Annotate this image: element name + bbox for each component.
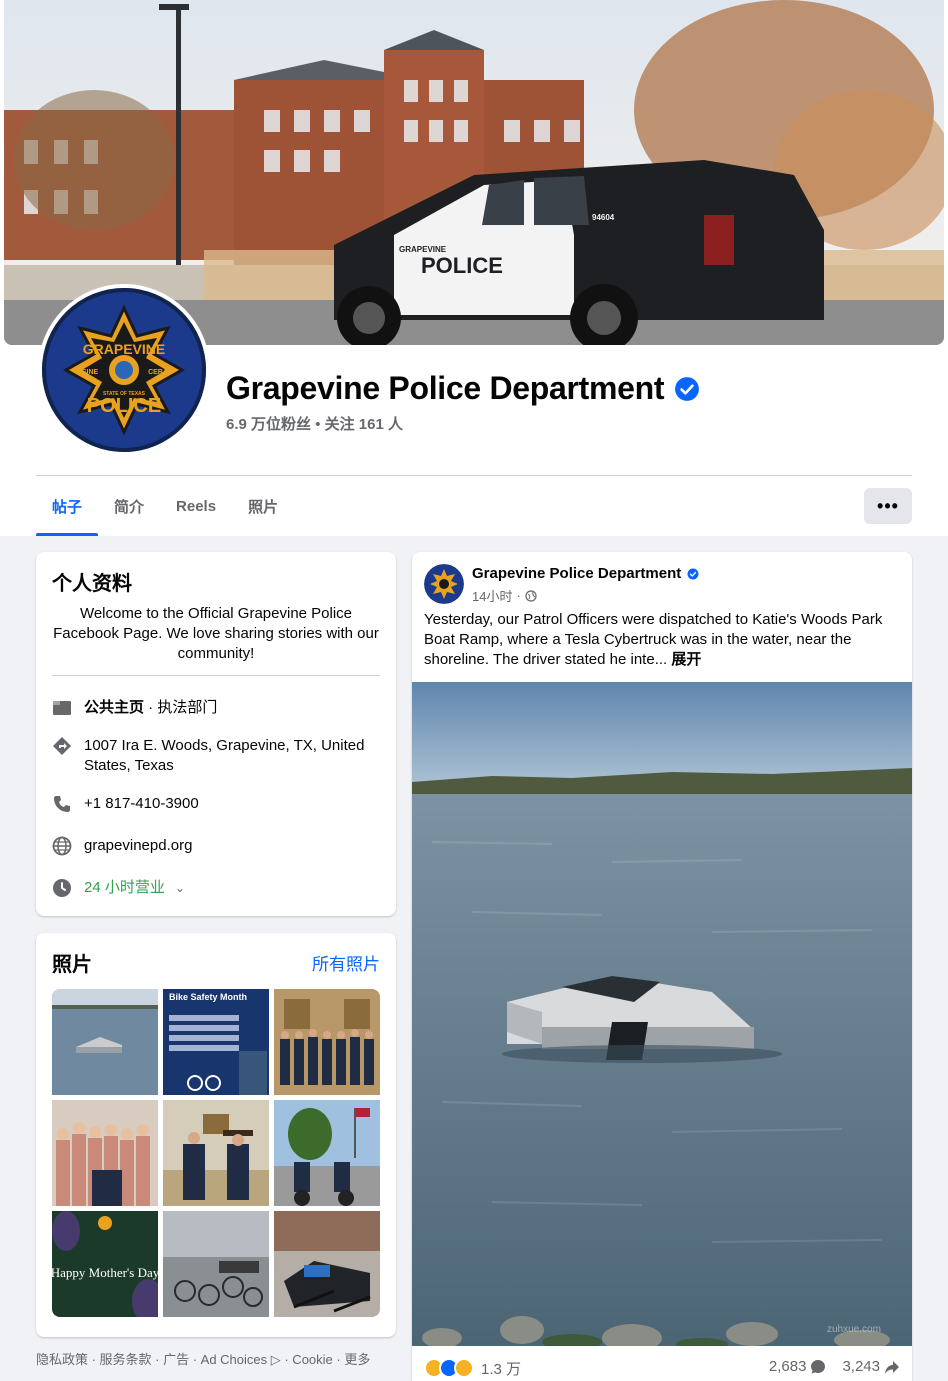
- intro-bio: Welcome to the Official Grapevine Police…: [53, 605, 379, 662]
- info-website: grapevinepd.org: [52, 836, 382, 856]
- follow-stats: 6.9 万位粉丝 • 关注 161 人: [226, 413, 403, 434]
- post-author-avatar[interactable]: [424, 564, 464, 604]
- phone-text[interactable]: +1 817-410-3900: [84, 794, 199, 814]
- photo-grid: Bike Safety Month Happy Mother's Day: [52, 989, 380, 1317]
- directions-icon: [52, 736, 72, 756]
- info-category: 公共主页 · 执法部门: [52, 698, 382, 718]
- following-link[interactable]: 关注 161 人: [325, 416, 403, 433]
- address-text: 1007 Ira E. Woods, Grapevine, TX, United…: [84, 737, 365, 774]
- comment-count[interactable]: 2,683: [769, 1358, 827, 1375]
- page-name: Grapevine Police Department: [226, 370, 665, 406]
- info-address: 1007 Ira E. Woods, Grapevine, TX, United…: [52, 736, 382, 776]
- post-card: Grapevine Police Department 14小时 · Yeste…: [412, 552, 912, 1381]
- share-icon: [885, 1360, 899, 1374]
- cover-vehicle-number: 94604: [592, 213, 615, 222]
- post-image[interactable]: zuhxue.com: [412, 682, 912, 1346]
- wow-reaction-icon: [454, 1358, 474, 1378]
- intro-title: 个人资料: [52, 573, 132, 595]
- tab-photos[interactable]: 照片: [232, 476, 294, 536]
- post-author: Grapevine Police Department: [472, 565, 699, 582]
- bike-safety-caption: Bike Safety Month: [169, 992, 247, 1002]
- category-label: 公共主页: [84, 699, 145, 716]
- photo-bikes-storage[interactable]: [163, 1211, 269, 1317]
- tab-reels[interactable]: Reels: [160, 476, 232, 536]
- photo-officers-group[interactable]: [274, 989, 380, 1095]
- badge-top-text: GRAPEVINE: [83, 341, 165, 357]
- clock-icon: [52, 878, 72, 898]
- post-body: Yesterday, our Patrol Officers were disp…: [424, 611, 883, 668]
- page-tabs: 帖子 简介 Reels 照片: [36, 476, 294, 536]
- intro-divider: [52, 675, 380, 676]
- photo-mothers-day[interactable]: Happy Mother's Day: [52, 1211, 158, 1317]
- globe-small-icon: [525, 589, 537, 602]
- info-hours[interactable]: 24 小时营业 ⌄: [52, 878, 382, 898]
- website-link[interactable]: grapevinepd.org: [84, 836, 192, 856]
- comment-icon: [811, 1359, 826, 1373]
- cover-vehicle-brand: GRAPEVINE: [399, 245, 447, 254]
- flag-icon: [52, 698, 72, 718]
- chevron-down-icon: ⌄: [174, 881, 185, 895]
- tab-posts[interactable]: 帖子: [36, 476, 99, 536]
- see-more-link[interactable]: 展开: [671, 651, 701, 668]
- photos-title: 照片: [52, 954, 92, 976]
- share-count-value: 3,243: [842, 1358, 880, 1375]
- hours-text: 24 小时营业: [84, 879, 165, 896]
- photo-bike-safety[interactable]: Bike Safety Month: [163, 989, 269, 1095]
- verified-badge-icon: [675, 376, 700, 401]
- info-phone: +1 817-410-3900: [52, 794, 382, 814]
- page-header: POLICE GRAPEVINE 94604 GRAPEVINE SINE CE…: [0, 0, 948, 536]
- image-watermark: zuhxue.com: [827, 1324, 881, 1335]
- post-timestamp[interactable]: 14小时: [472, 586, 512, 605]
- intro-card: 个人资料 Welcome to the Official Grapevine P…: [36, 552, 396, 916]
- photo-officers-cowboy[interactable]: [163, 1100, 269, 1206]
- cover-vehicle-text: POLICE: [421, 253, 503, 278]
- post-time: 14小时 ·: [472, 586, 537, 605]
- verified-badge-icon: [687, 568, 699, 579]
- photo-community-group[interactable]: [52, 1100, 158, 1206]
- post-author-name[interactable]: Grapevine Police Department: [472, 565, 681, 582]
- post-text: Yesterday, our Patrol Officers were disp…: [424, 610, 900, 670]
- badge-left-text: SINE: [82, 369, 99, 376]
- cybertruck-in-lake-photo: zuhxue.com: [412, 682, 912, 1346]
- footer-links[interactable]: 隐私政策 · 服务条款 · 广告 · Ad Choices ▷ · Cookie…: [36, 1349, 370, 1368]
- share-count[interactable]: 3,243: [842, 1358, 900, 1375]
- photo-cybertruck[interactable]: [52, 989, 158, 1095]
- more-options-button[interactable]: •••: [864, 488, 912, 524]
- photo-motorcycle-officers[interactable]: [274, 1100, 380, 1206]
- follow-separator: •: [311, 416, 325, 433]
- badge-bottom-text: POLICE: [87, 395, 161, 417]
- followers-link[interactable]: 6.9 万位粉丝: [226, 416, 311, 433]
- category-value: · 执法部门: [144, 699, 218, 716]
- badge-right-text: CERA: [148, 369, 168, 376]
- reaction-summary[interactable]: 1.3 万: [424, 1358, 521, 1378]
- photo-scooters-storage[interactable]: [274, 1211, 380, 1317]
- police-badge-logo: GRAPEVINE SINE CERA STATE OF TEXAS POLIC…: [42, 288, 206, 452]
- tab-about[interactable]: 简介: [98, 476, 160, 536]
- post-stats: 2,683 3,243: [769, 1358, 900, 1375]
- mothers-day-caption: Happy Mother's Day: [52, 1265, 158, 1280]
- reaction-count: 1.3 万: [481, 1360, 522, 1378]
- page-title: Grapevine Police Department: [226, 370, 700, 407]
- phone-icon: [52, 794, 72, 814]
- all-photos-link[interactable]: 所有照片: [312, 950, 380, 975]
- comment-count-value: 2,683: [768, 1358, 807, 1375]
- page-avatar[interactable]: GRAPEVINE SINE CERA STATE OF TEXAS POLIC…: [38, 284, 210, 456]
- photos-card: 照片 所有照片 Bike Safety Month Happy Mother's…: [36, 933, 396, 1337]
- globe-icon: [52, 836, 72, 856]
